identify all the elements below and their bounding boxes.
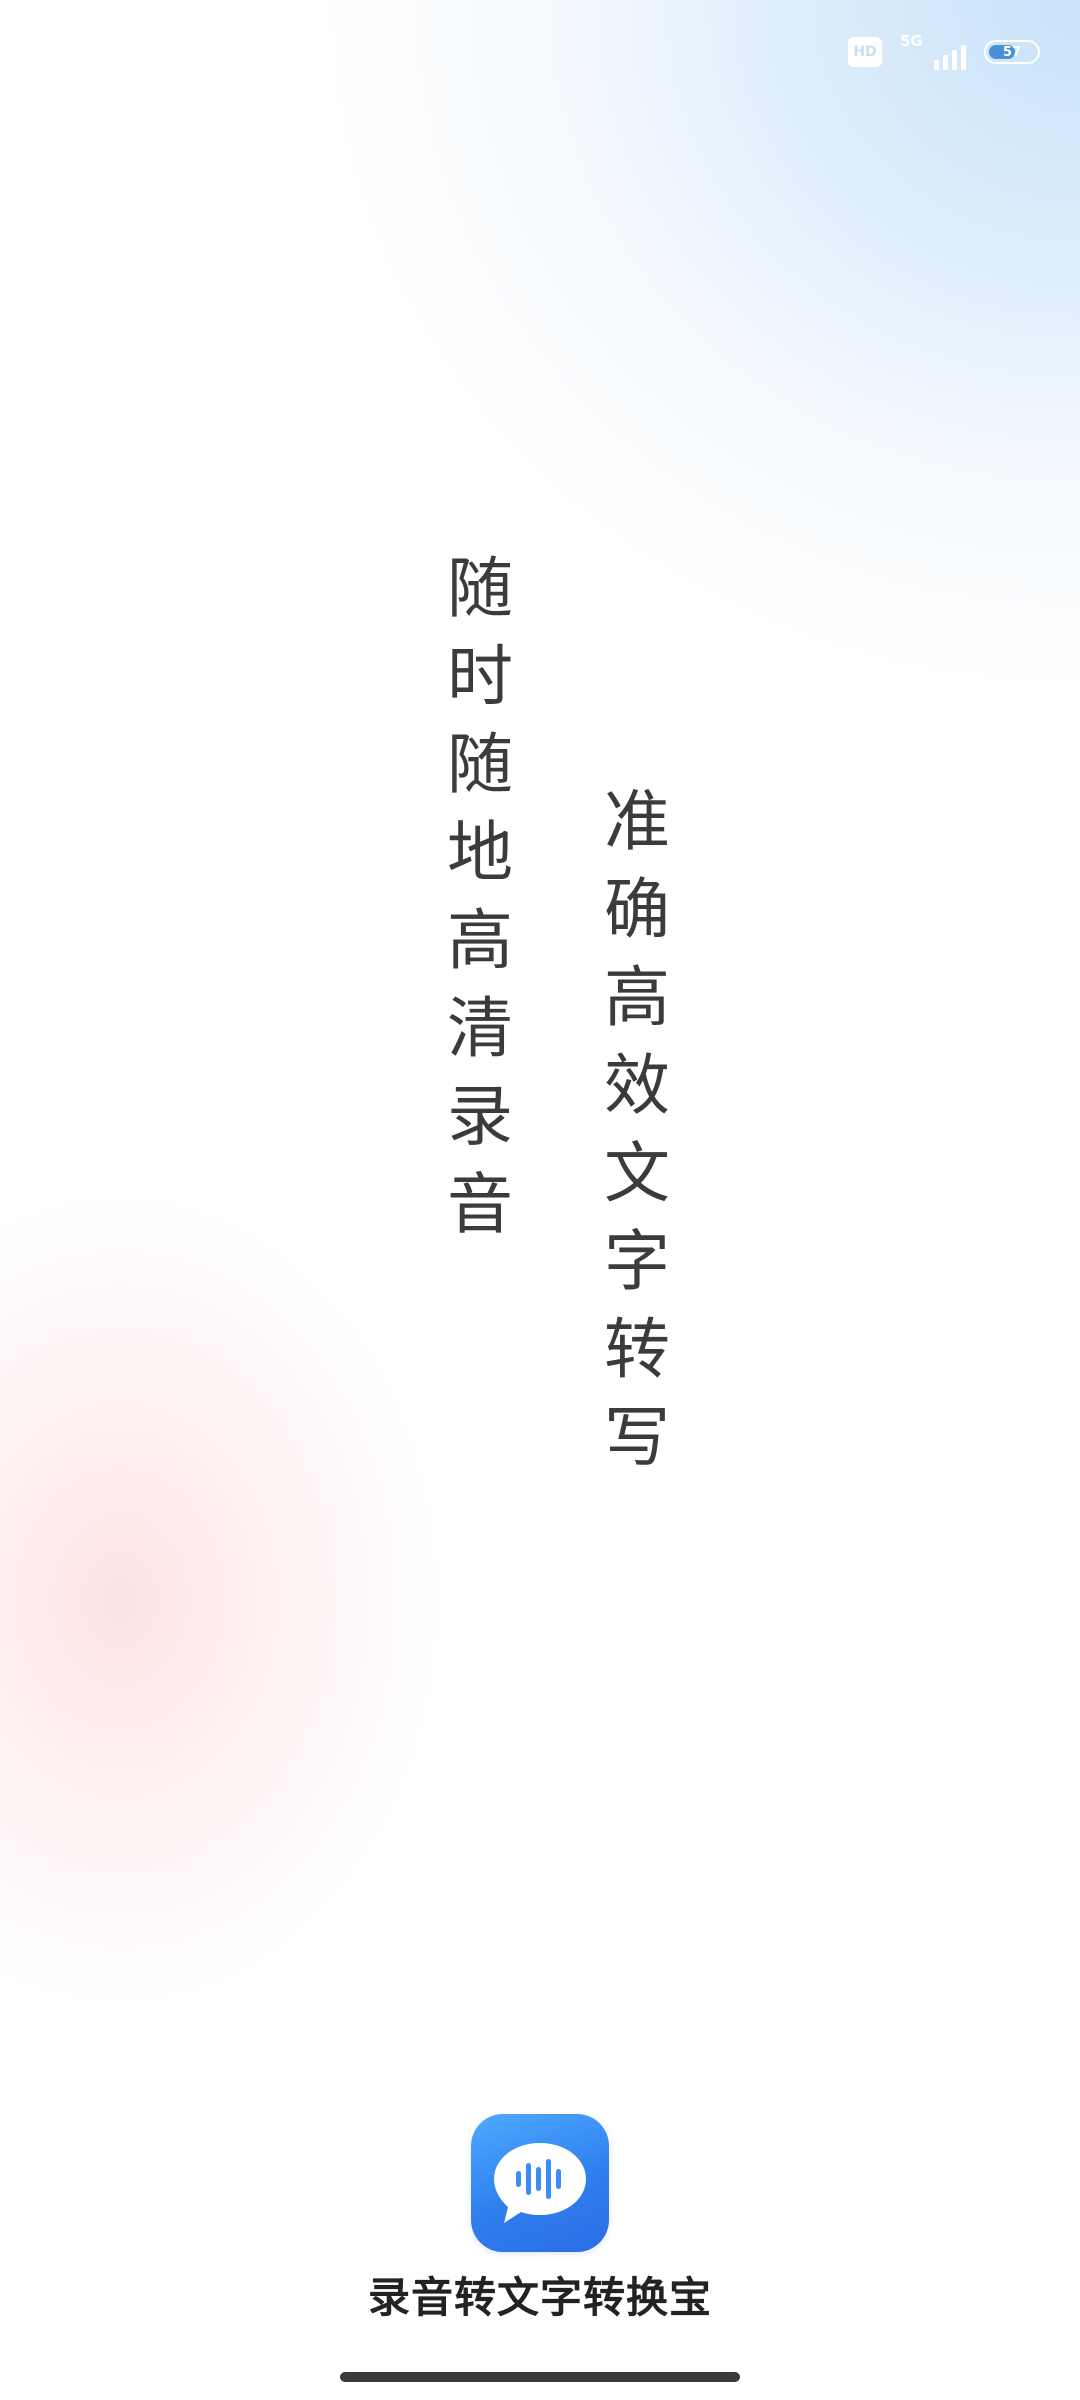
app-brand: 录音转文字转换宝 (0, 2114, 1080, 2325)
signal-bars (934, 45, 966, 70)
slogan-right-char: 准 (604, 783, 670, 860)
home-indicator[interactable] (340, 2372, 740, 2382)
slogan-left-char: 清 (447, 990, 513, 1067)
cellular-signal-icon: 5G (900, 32, 966, 72)
hd-icon: HD (848, 37, 882, 67)
slogan-right-char: 确 (604, 871, 670, 948)
slogan-left-char: 随 (447, 726, 513, 803)
slogan-right-char: 写 (604, 1399, 670, 1476)
status-bar: HD 5G 57 (848, 30, 1040, 74)
battery-icon: 57 (984, 40, 1040, 64)
slogan-right-char: 高 (604, 959, 670, 1036)
slogan-right-char: 文 (604, 1135, 670, 1212)
slogan-right: 准 确 高 效 文 字 转 写 (597, 778, 677, 1482)
app-name: 录音转文字转换宝 (367, 2273, 712, 2322)
slogan-left-char: 时 (447, 638, 513, 715)
slogan-right-char: 转 (604, 1311, 670, 1388)
background-pink-glow (0, 1100, 600, 2100)
splash-screen: HD 5G 57 随 时 随 地 高 清 录 音 准 确 高 效 文 字 转 写… (0, 0, 1080, 2400)
background-blue-glow (0, 0, 1080, 1100)
slogan-left-char: 录 (447, 1078, 513, 1155)
network-type-label: 5G (900, 32, 923, 50)
slogan-left-char: 地 (447, 814, 513, 891)
slogan-left: 随 时 随 地 高 清 录 音 (440, 545, 520, 1249)
battery-level: 57 (1002, 44, 1022, 60)
voice-chat-bubble-icon (471, 2114, 609, 2252)
slogan-right-char: 字 (604, 1223, 670, 1300)
slogan-left-char: 高 (447, 902, 513, 979)
slogan-left-char: 音 (447, 1166, 513, 1243)
chat-bubble-waveform-icon (494, 2143, 586, 2223)
slogan-left-char: 随 (447, 550, 513, 627)
slogan-right-char: 效 (604, 1047, 670, 1124)
